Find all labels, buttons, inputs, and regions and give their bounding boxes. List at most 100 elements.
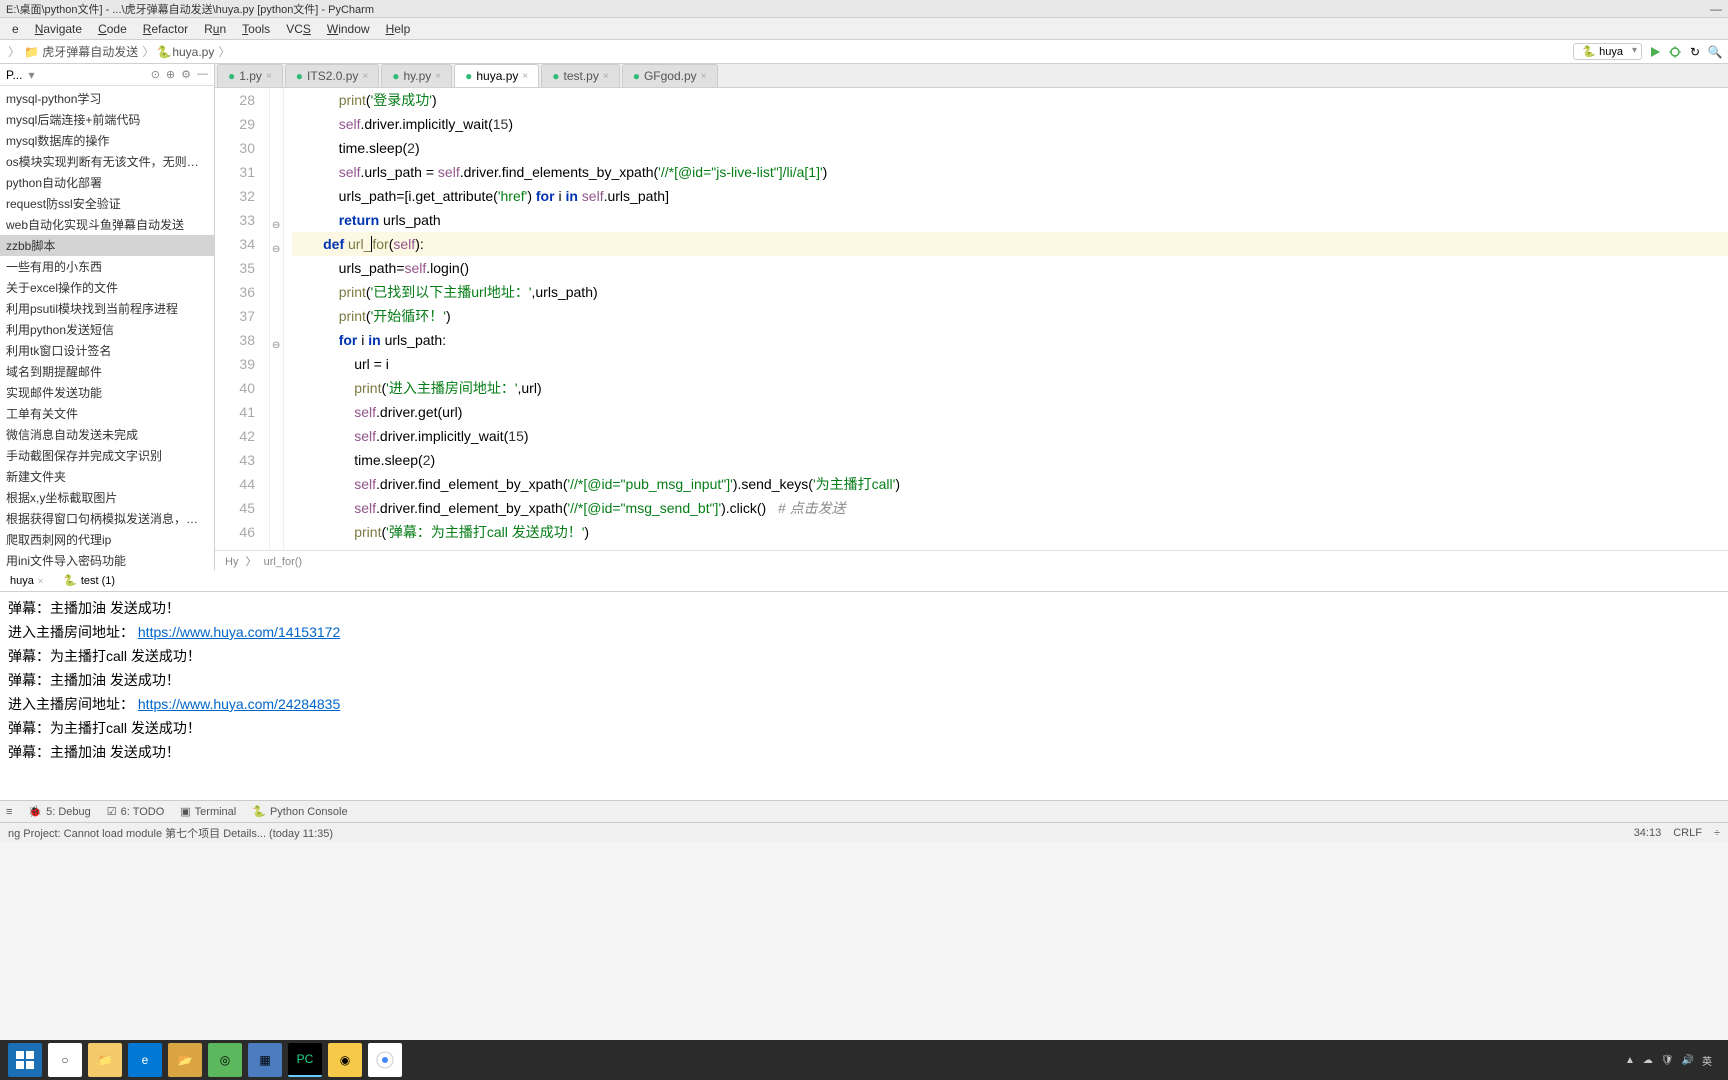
close-icon[interactable]: × [362, 71, 368, 82]
menu-window[interactable]: Window [319, 20, 378, 38]
tree-item[interactable]: web自动化实现斗鱼弹幕自动发送 [0, 214, 214, 235]
crumb-class[interactable]: Hy [225, 556, 238, 568]
tree-item[interactable]: 利用python发送短信 [0, 319, 214, 340]
menu-run[interactable]: Run [196, 20, 234, 38]
rerun-icon[interactable]: ↻ [1688, 45, 1702, 59]
menu-help[interactable]: Help [378, 20, 419, 38]
console-link[interactable]: https://www.huya.com/24284835 [138, 696, 340, 712]
minimize-icon[interactable]: — [1710, 2, 1722, 16]
debug-icon[interactable] [1668, 45, 1682, 59]
tree-item[interactable]: 用ini文件导入密码功能 [0, 550, 214, 570]
collapse-icon[interactable]: ⊙ [151, 68, 160, 81]
tree-item[interactable]: 根据x,y坐标截取图片 [0, 487, 214, 508]
code-breadcrumb: Hy 〉 url_for() [215, 550, 1728, 570]
tree-item[interactable]: 根据获得窗口句柄模拟发送消息，可实现微信和Q [0, 508, 214, 529]
console-tab-test[interactable]: 🐍 test (1) [53, 571, 125, 590]
tree-item[interactable]: 实现邮件发送功能 [0, 382, 214, 403]
hide-icon[interactable]: — [197, 68, 208, 81]
run-toolbar: 🐍 huya ↻ 🔍 [1573, 43, 1722, 60]
tray-icon[interactable]: 🛡 [1661, 1055, 1674, 1066]
status-line-sep[interactable]: CRLF [1673, 827, 1702, 839]
taskbar-app-chrome[interactable] [368, 1043, 402, 1077]
code-editor[interactable]: 28293031323334353637383940414243444546 ⊖… [215, 88, 1728, 550]
tree-item[interactable]: 爬取西刺网的代理ip [0, 529, 214, 550]
menu-navigate[interactable]: Navigate [27, 20, 90, 38]
fold-column[interactable]: ⊖⊖⊖ [270, 88, 284, 550]
bottom-tab-debug[interactable]: 🐞 5: Debug [28, 805, 90, 818]
sidebar-header: P... ▾ ⊙ ⊕ ⚙ — [0, 64, 214, 86]
project-tree[interactable]: mysql-python学习mysql后端连接+前端代码mysql数据库的操作o… [0, 86, 214, 570]
console-tab-huya[interactable]: huya× [0, 572, 53, 590]
close-icon[interactable]: × [266, 71, 272, 82]
tray-icon[interactable]: ▲ [1625, 1055, 1635, 1066]
status-encoding[interactable]: ÷ [1714, 827, 1720, 839]
tree-item[interactable]: os模块实现判断有无该文件，无则创建 [0, 151, 214, 172]
menu-code[interactable]: Code [90, 20, 135, 38]
chevron-right-icon: 〉 [8, 43, 20, 60]
tray-icon[interactable]: 🔊 [1682, 1055, 1694, 1066]
close-icon[interactable]: × [522, 71, 528, 82]
tree-item[interactable]: 关于excel操作的文件 [0, 277, 214, 298]
tree-item[interactable]: mysql-python学习 [0, 88, 214, 109]
taskbar-app-explorer[interactable]: 📁 [88, 1043, 122, 1077]
menu-vcs[interactable]: VCS [278, 20, 319, 38]
taskbar-app-edge[interactable]: e [128, 1043, 162, 1077]
taskbar-app-folder[interactable]: 📂 [168, 1043, 202, 1077]
close-icon[interactable]: × [701, 71, 707, 82]
toolbar: 〉 📁 虎牙弹幕自动发送 〉 🐍 huya.py 〉 🐍 huya ↻ 🔍 [0, 40, 1728, 64]
crumb-folder[interactable]: 📁 虎牙弹幕自动发送 [24, 43, 138, 60]
menu-tools[interactable]: Tools [234, 20, 278, 38]
close-icon[interactable]: × [603, 71, 609, 82]
taskbar-search-icon[interactable]: ○ [48, 1043, 82, 1077]
chevron-right-icon: 〉 [142, 43, 154, 60]
tree-item[interactable]: 手动截图保存并完成文字识别 [0, 445, 214, 466]
taskbar-app[interactable]: ◉ [328, 1043, 362, 1077]
status-message[interactable]: ng Project: Cannot load module 第七个项目 Det… [8, 825, 333, 841]
console-link[interactable]: https://www.huya.com/14153172 [138, 624, 340, 640]
menu-refactor[interactable]: Refactor [135, 20, 196, 38]
bottom-tab-pyconsole[interactable]: 🐍 Python Console [252, 805, 347, 818]
taskbar-app[interactable]: ▦ [248, 1043, 282, 1077]
tree-item[interactable]: mysql后端连接+前端代码 [0, 109, 214, 130]
tree-item[interactable]: mysql数据库的操作 [0, 130, 214, 151]
tree-item[interactable]: 利用tk窗口设计签名 [0, 340, 214, 361]
tree-item[interactable]: python自动化部署 [0, 172, 214, 193]
start-button[interactable] [8, 1043, 42, 1077]
gear-icon[interactable]: ⚙ [181, 68, 191, 81]
editor-tab[interactable]: ● test.py × [541, 64, 619, 87]
taskbar-app[interactable]: ◎ [208, 1043, 242, 1077]
code-content[interactable]: print('登录成功') self.driver.implicitly_wai… [284, 88, 1728, 550]
tree-item[interactable]: 微信消息自动发送未完成 [0, 424, 214, 445]
close-icon[interactable]: × [38, 576, 43, 586]
menu-file[interactable]: e [4, 20, 27, 38]
taskbar-app-pycharm[interactable]: PC [288, 1043, 322, 1077]
run-config-selector[interactable]: 🐍 huya [1573, 43, 1642, 60]
run-icon[interactable] [1648, 45, 1662, 59]
editor-tab[interactable]: ● hy.py × [381, 64, 452, 87]
tray-lang[interactable]: 英 [1702, 1053, 1712, 1068]
tree-item[interactable]: 域名到期提醒邮件 [0, 361, 214, 382]
crumb-file[interactable]: huya.py [172, 45, 214, 59]
close-icon[interactable]: × [435, 71, 441, 82]
tree-item[interactable]: 工单有关文件 [0, 403, 214, 424]
tree-item[interactable]: 利用psutil模块找到当前程序进程 [0, 298, 214, 319]
tree-item[interactable]: zzbb脚本 [0, 235, 214, 256]
editor-tab[interactable]: ● ITS2.0.py × [285, 64, 379, 87]
editor-tab[interactable]: ● GFgod.py × [622, 64, 718, 87]
tree-item[interactable]: request防ssl安全验证 [0, 193, 214, 214]
editor-tab[interactable]: ● 1.py × [217, 64, 283, 87]
status-caret-pos[interactable]: 34:13 [1634, 827, 1662, 839]
tree-item[interactable]: 一些有用的小东西 [0, 256, 214, 277]
bottom-tab-icon[interactable]: ≡ [6, 806, 12, 818]
crumb-function[interactable]: url_for() [264, 556, 303, 568]
tree-item[interactable]: 新建文件夹 [0, 466, 214, 487]
tray-icon[interactable]: ☁ [1643, 1055, 1653, 1066]
bottom-tab-todo[interactable]: ☑ 6: TODO [107, 805, 164, 818]
run-console[interactable]: 弹幕：主播加油 发送成功！进入主播房间地址： https://www.huya.… [0, 592, 1728, 800]
locate-icon[interactable]: ⊕ [166, 68, 175, 81]
editor-tab[interactable]: ● huya.py × [454, 64, 539, 87]
system-tray: ▲ ☁ 🛡 🔊 英 [1625, 1053, 1720, 1068]
search-icon[interactable]: 🔍 [1708, 45, 1722, 59]
line-gutter: 28293031323334353637383940414243444546 [215, 88, 270, 550]
bottom-tab-terminal[interactable]: ▣ Terminal [180, 805, 236, 818]
